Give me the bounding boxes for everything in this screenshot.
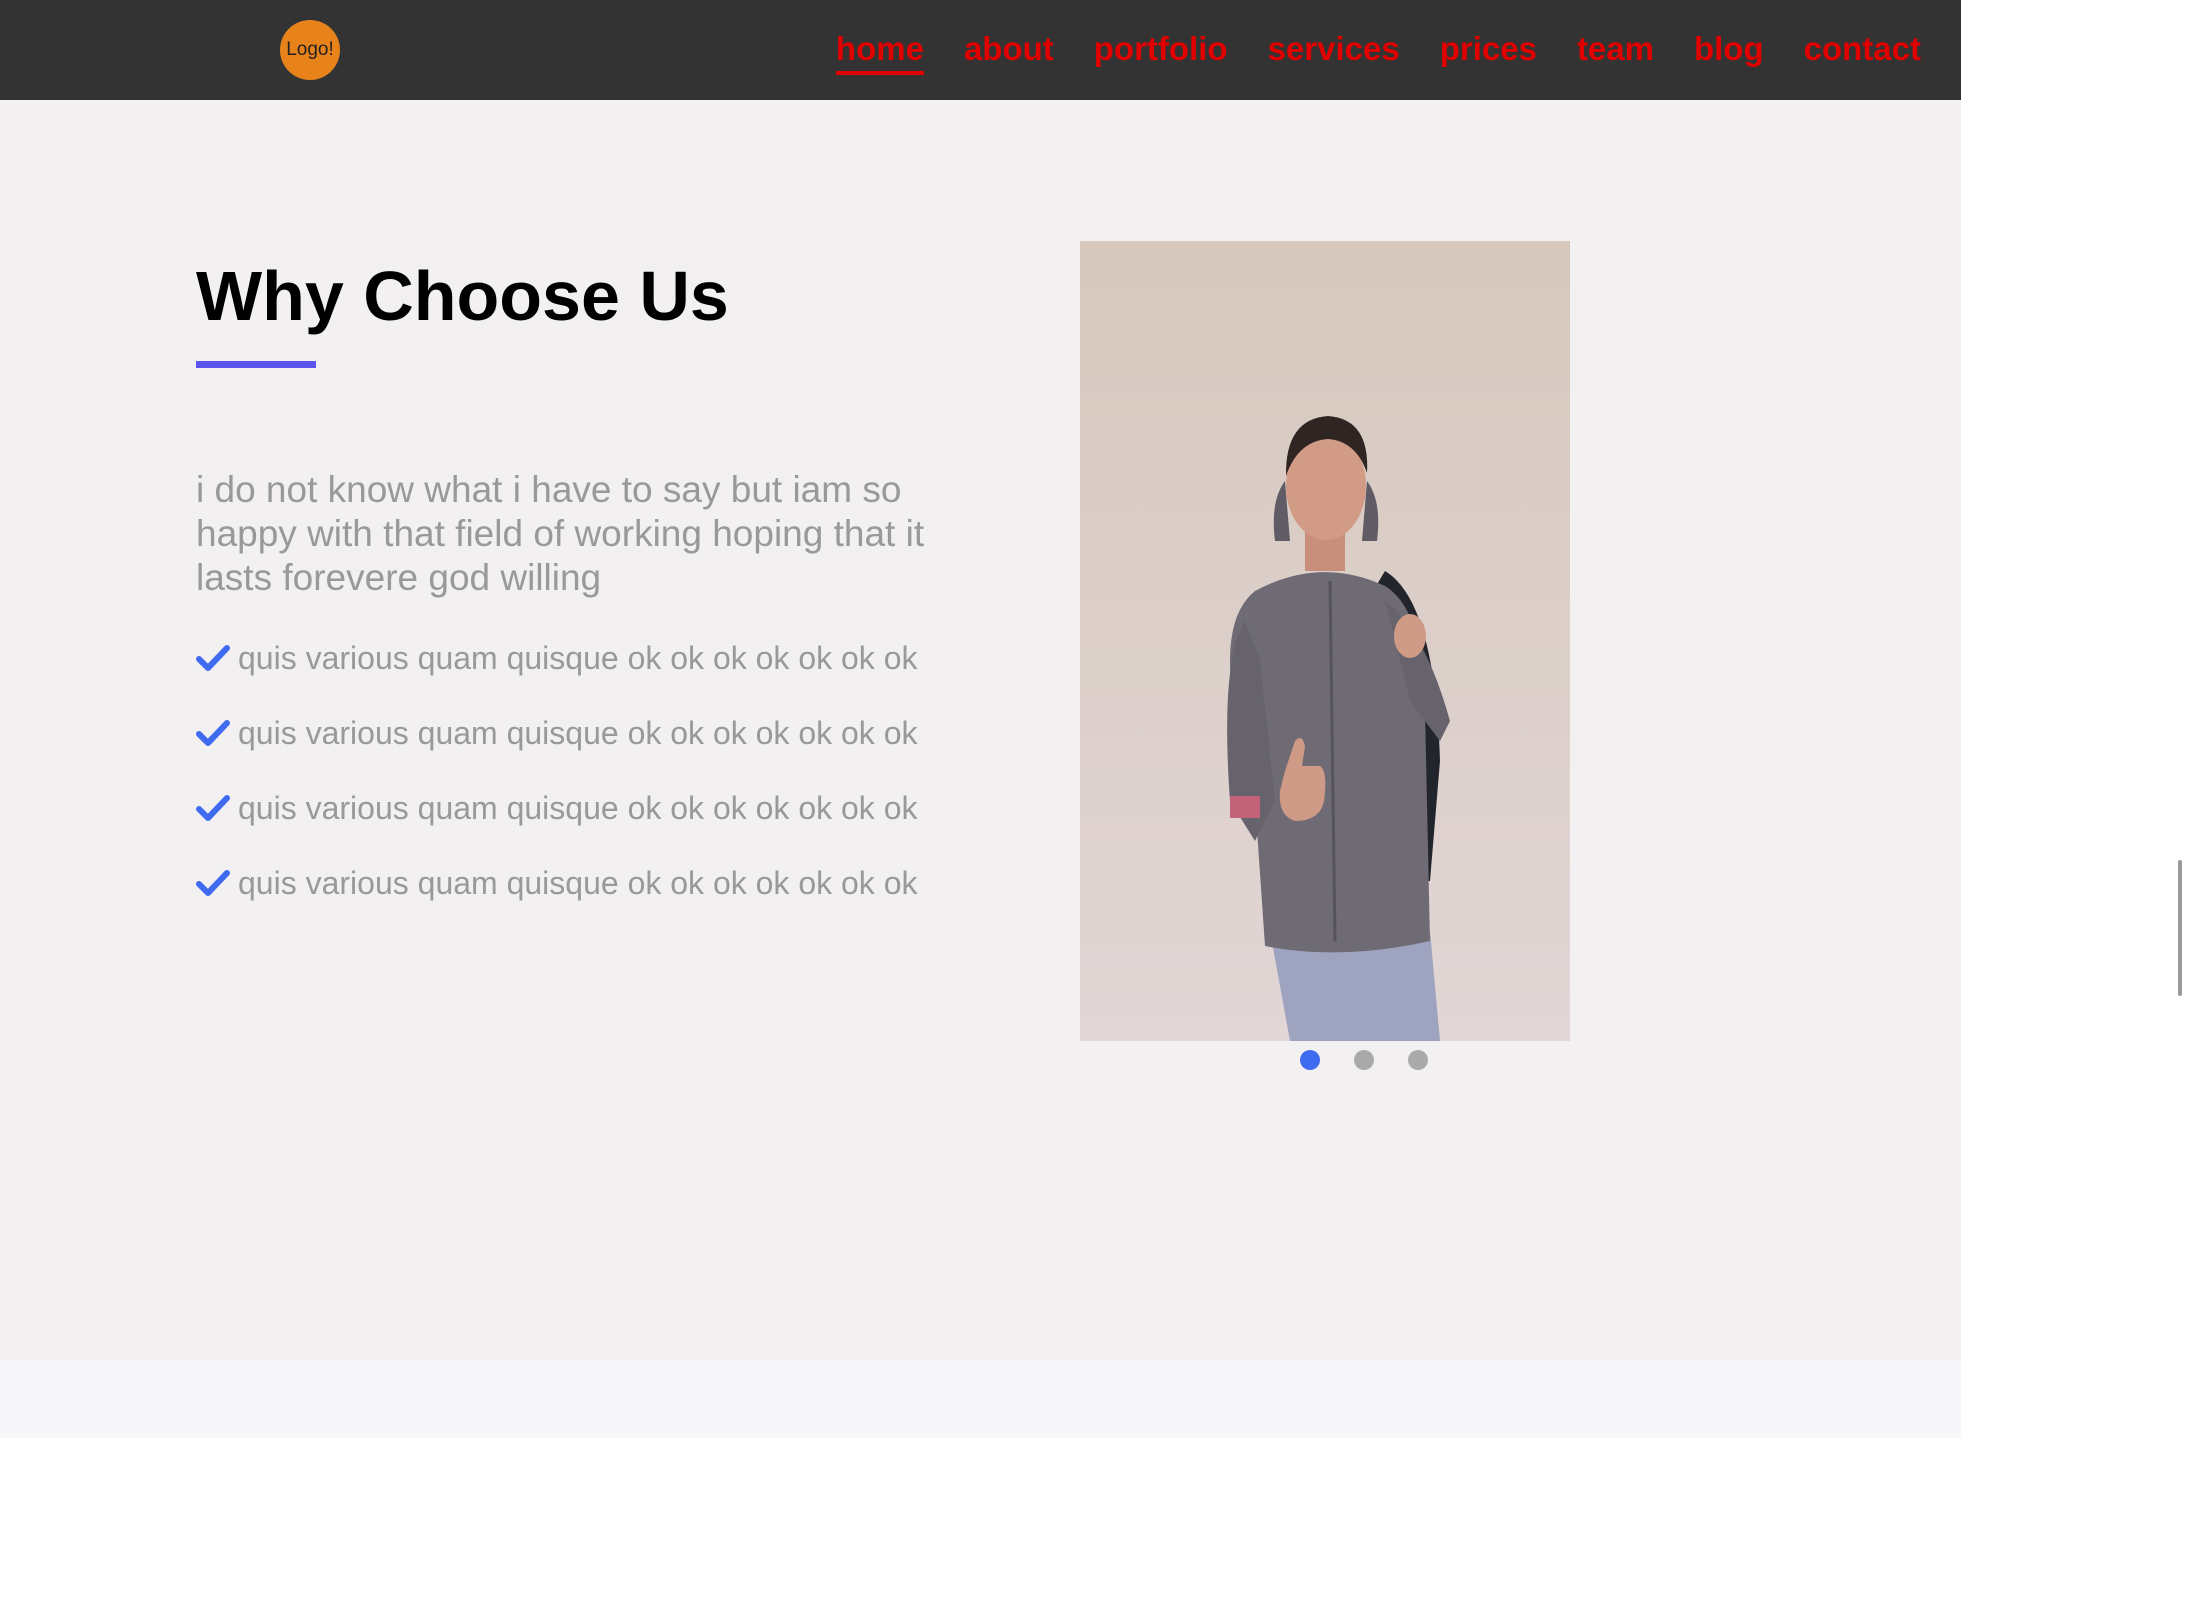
carousel-indicators — [1300, 1050, 1428, 1070]
section-heading: Why Choose Us — [196, 257, 729, 335]
nav-link-blog[interactable]: blog — [1694, 32, 1764, 69]
logo[interactable]: Logo! — [280, 20, 340, 80]
nav-link-prices[interactable]: prices — [1440, 32, 1537, 69]
feature-text: quis various quam quisque ok ok ok ok ok… — [238, 790, 918, 826]
feature-text: quis various quam quisque ok ok ok ok ok… — [238, 865, 918, 901]
check-icon — [196, 707, 230, 759]
nav-link-services[interactable]: services — [1268, 32, 1400, 69]
feature-text: quis various quam quisque ok ok ok ok ok… — [238, 715, 918, 751]
feature-item: quis various quam quisque ok ok ok ok ok… — [196, 632, 917, 707]
feature-text: quis various quam quisque ok ok ok ok ok… — [238, 640, 918, 676]
person-photo — [1080, 241, 1570, 1041]
nav-link-home[interactable]: home — [835, 32, 924, 75]
feature-list: quis various quam quisque ok ok ok ok ok… — [196, 632, 917, 932]
carousel-slide-image[interactable] — [1080, 241, 1570, 1041]
check-icon — [196, 782, 230, 834]
feature-item: quis various quam quisque ok ok ok ok ok… — [196, 707, 917, 782]
nav-link-team[interactable]: team — [1577, 32, 1654, 69]
intro-paragraph: i do not know what i have to say but iam… — [196, 469, 925, 598]
nav-link-about[interactable]: about — [964, 32, 1054, 69]
check-icon — [196, 857, 230, 909]
footer-strip — [0, 1360, 1961, 1438]
check-icon — [196, 632, 230, 684]
feature-item: quis various quam quisque ok ok ok ok ok… — [196, 857, 917, 932]
heading-underline — [196, 361, 316, 368]
nav-links: home about portfolio services prices tea… — [835, 0, 1921, 100]
feature-item: quis various quam quisque ok ok ok ok ok… — [196, 782, 917, 857]
nav-link-portfolio[interactable]: portfolio — [1094, 32, 1228, 69]
carousel-dot-2[interactable] — [1354, 1050, 1374, 1070]
carousel-dot-3[interactable] — [1408, 1050, 1428, 1070]
carousel-dot-1[interactable] — [1300, 1050, 1320, 1070]
nav-link-contact[interactable]: contact — [1804, 32, 1921, 69]
top-navbar: Logo! home about portfolio services pric… — [0, 0, 1961, 100]
scrollbar[interactable] — [2178, 860, 2182, 996]
